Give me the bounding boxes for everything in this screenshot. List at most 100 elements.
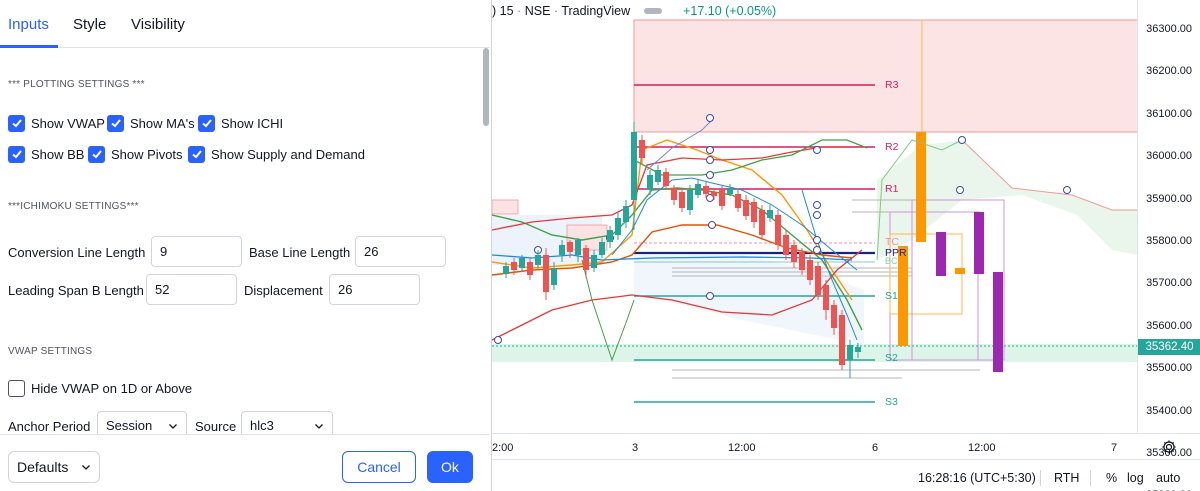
candle-body <box>719 190 725 206</box>
checkbox-checked-icon <box>188 145 205 163</box>
gear-icon[interactable] <box>1161 439 1177 455</box>
candle-body <box>735 194 741 208</box>
dialog-footer: Defaults Cancel Ok <box>0 434 490 491</box>
clock-timezone[interactable]: 16:28:16 (UTC+5:30) <box>918 471 1036 485</box>
time-tick: 12:00 <box>968 442 996 454</box>
plotting-settings-title: *** PLOTTING SETTINGS *** <box>8 79 145 90</box>
market-status-icon[interactable] <box>643 7 662 14</box>
time-tick: 7 <box>1111 442 1118 454</box>
percent-scale-toggle[interactable]: % <box>1106 471 1117 485</box>
show-vwap-checkbox[interactable]: Show VWAP <box>8 114 105 132</box>
price-tick: 35600.00 <box>1146 319 1192 332</box>
last-price-label: 35362.40 <box>1138 339 1200 355</box>
candle-body <box>831 305 837 328</box>
time-tick: 12:00 <box>728 442 756 454</box>
chart-plot-area[interactable] <box>492 0 1137 433</box>
cancel-button[interactable]: Cancel <box>342 451 416 483</box>
candle-body <box>783 235 789 255</box>
source-select[interactable]: hlc3 <box>241 411 333 434</box>
conversion-line-length-input[interactable]: 9 <box>151 236 242 267</box>
scrollbar-thumb[interactable] <box>483 48 489 126</box>
tab-style[interactable]: Style <box>73 16 106 33</box>
show-bb-checkbox[interactable]: Show BB <box>8 145 84 163</box>
candle-body <box>767 210 773 218</box>
candle-body <box>503 266 509 274</box>
r1-label: R1 <box>885 183 899 195</box>
hide-vwap-checkbox[interactable]: Hide VWAP on 1D or Above <box>8 379 192 397</box>
candle-body <box>751 202 757 222</box>
price-change: +17.10 (+0.05%) <box>683 4 777 18</box>
show-pivots-label: Show Pivots <box>111 146 183 162</box>
show-ma-checkbox[interactable]: Show MA's <box>107 114 195 132</box>
candle-body <box>695 184 701 195</box>
price-tick: 36200.00 <box>1146 65 1192 78</box>
ichimoku-settings-title: ***ICHIMOKU SETTINGS*** <box>8 201 139 212</box>
rth-toggle[interactable]: RTH <box>1054 471 1079 485</box>
price-tick: 36000.00 <box>1146 150 1192 163</box>
anchor-period-select[interactable]: Session <box>97 411 187 434</box>
show-pivots-checkbox[interactable]: Show Pivots <box>88 145 183 163</box>
candle-body <box>647 175 653 190</box>
candle-body <box>535 255 541 265</box>
price-chart[interactable]: ) 15 · NSE · TradingView +17.10 (+0.05%)… <box>492 0 1200 491</box>
displacement-label: Displacement <box>244 283 323 298</box>
base-line-length-input[interactable]: 26 <box>355 236 446 267</box>
candle-body <box>743 200 749 216</box>
leading-span-b-length-label: Leading Span B Length <box>8 283 144 298</box>
ok-button[interactable]: Ok <box>427 451 473 483</box>
show-ma-label: Show MA's <box>130 115 195 131</box>
defaults-dropdown-button[interactable]: Defaults <box>8 451 100 483</box>
candle-body <box>671 188 677 200</box>
candle-body <box>687 190 693 210</box>
candle-body <box>583 248 589 270</box>
candle-body <box>575 240 581 255</box>
candle-body <box>759 210 765 235</box>
chart-status-bar: 16:28:16 (UTC+5:30) RTH % log auto <box>492 459 1200 491</box>
price-tick: 36100.00 <box>1146 107 1192 120</box>
leading-span-b-length-input[interactable]: 52 <box>146 274 237 305</box>
checkbox-unchecked-icon <box>8 379 25 397</box>
s3-label: S3 <box>885 396 898 408</box>
log-scale-toggle[interactable]: log <box>1127 471 1144 485</box>
price-axis[interactable]: 36300.00 36200.00 36100.00 36000.00 35900.00… <box>1137 0 1200 491</box>
tab-inputs[interactable]: Inputs <box>8 16 49 33</box>
time-axis[interactable]: 2:00 3 12:00 6 12:00 7 <box>492 433 1200 459</box>
interval[interactable]: 15 <box>500 4 514 18</box>
candle-body <box>551 268 557 285</box>
time-tick: 2:00 <box>492 442 514 454</box>
candle-body <box>823 285 829 310</box>
checkbox-checked-icon <box>88 145 105 163</box>
symbol-prefix: ) <box>492 4 497 18</box>
candle-body <box>727 188 733 194</box>
candle-body <box>519 258 525 268</box>
displacement-input[interactable]: 26 <box>329 274 420 305</box>
show-vwap-label: Show VWAP <box>31 115 105 131</box>
base-line-length-label: Base Line Length <box>249 245 351 260</box>
source-value: hlc3 <box>250 418 274 433</box>
anchor-period-label: Anchor Period <box>8 419 91 434</box>
source-label: Source <box>195 419 237 434</box>
checkbox-checked-icon <box>198 114 215 132</box>
candle-body <box>815 266 821 295</box>
candle-body <box>655 170 661 182</box>
candle-body <box>775 215 781 245</box>
price-tick: 35700.00 <box>1146 277 1192 290</box>
show-supply-demand-checkbox[interactable]: Show Supply and Demand <box>188 145 365 163</box>
candle-body <box>527 262 533 275</box>
auto-scale-toggle[interactable]: auto <box>1156 471 1180 485</box>
tab-visibility[interactable]: Visibility <box>131 16 185 33</box>
candle-body <box>791 245 797 262</box>
show-supply-demand-label: Show Supply and Demand <box>211 146 365 162</box>
candle-body <box>623 206 629 222</box>
checkbox-checked-icon <box>8 114 25 132</box>
candle-body <box>639 140 645 158</box>
candle-body <box>807 260 813 280</box>
chevron-down-icon <box>315 423 323 429</box>
r2-label: R2 <box>885 141 899 153</box>
candle-body <box>839 315 845 365</box>
indicator-settings-dialog: Inputs Style Visibility *** PLOTTING SET… <box>0 0 492 491</box>
time-tick: 3 <box>632 442 639 454</box>
show-ichi-checkbox[interactable]: Show ICHI <box>198 114 283 132</box>
price-tick: 35500.00 <box>1146 362 1192 375</box>
hide-vwap-label: Hide VWAP on 1D or Above <box>31 380 193 396</box>
